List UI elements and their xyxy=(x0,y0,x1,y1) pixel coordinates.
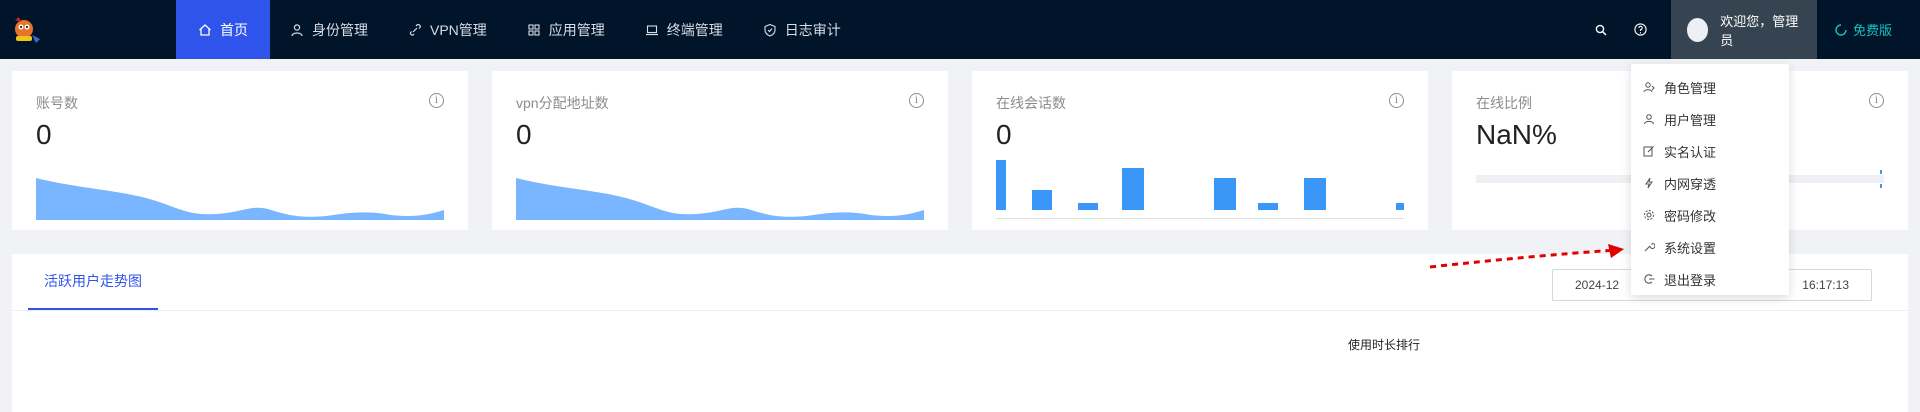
free-version-link[interactable]: 免费版 xyxy=(1817,0,1920,59)
card-title: 账号数 xyxy=(36,95,78,111)
gear-icon xyxy=(1644,210,1654,220)
shield-icon xyxy=(764,23,776,37)
card-value: 0 xyxy=(36,119,52,150)
search-icon xyxy=(1595,24,1607,36)
laptop-icon xyxy=(645,24,658,35)
menu-item-label: 角色管理 xyxy=(1664,80,1717,96)
menu-item-label: 退出登录 xyxy=(1664,272,1717,288)
spinner-icon xyxy=(1835,23,1847,36)
top-nav-bar: 首页 身份管理 VPN管理 应用管理 终端管理 日志审计 欢迎您，管理员 免费版 xyxy=(0,0,1920,59)
stat-card-online-sessions: 在线会话数 i 0 xyxy=(972,71,1428,230)
nav-item-apps[interactable]: 应用管理 xyxy=(507,0,625,59)
chart-caption: 使用时长排行 xyxy=(1348,338,1421,352)
user-icon xyxy=(1644,114,1654,125)
logout-icon xyxy=(1644,274,1655,284)
home-icon xyxy=(199,23,211,36)
card-value: 0 xyxy=(516,119,532,150)
annotation-arrow xyxy=(1429,244,1624,269)
info-icon[interactable]: i xyxy=(1869,93,1884,108)
logo-icon xyxy=(15,16,40,43)
nav-item-label: VPN管理 xyxy=(430,21,487,38)
stat-card-accounts: 账号数 i 0 xyxy=(12,71,468,230)
menu-item-label: 内网穿透 xyxy=(1664,176,1717,192)
card-title: 在线比例 xyxy=(1476,95,1532,111)
nav-item-vpn[interactable]: VPN管理 xyxy=(388,0,507,59)
nav-item-label: 应用管理 xyxy=(548,21,605,38)
nav-item-identity[interactable]: 身份管理 xyxy=(270,0,388,59)
area-sparkline xyxy=(36,178,444,220)
nav-item-home[interactable]: 首页 xyxy=(176,0,270,59)
wrench-icon xyxy=(1644,242,1655,252)
card-value: NaN% xyxy=(1476,119,1557,150)
menu-item-label: 实名认证 xyxy=(1664,144,1717,160)
user-menu-trigger[interactable]: 欢迎您，管理员 xyxy=(1670,0,1817,59)
menu-item-label: 用户管理 xyxy=(1664,112,1717,128)
search-button[interactable] xyxy=(1581,0,1621,59)
user-dropdown-menu: 角色管理 用户管理 实名认证 内网穿透 密码修改 系统设置 退出登录 xyxy=(1631,64,1789,295)
app-logo[interactable] xyxy=(0,0,176,59)
range-end: 16:17:13 xyxy=(1802,278,1849,292)
divider xyxy=(12,310,1908,311)
menu-item-role-management[interactable]: 角色管理 xyxy=(1631,71,1789,103)
help-icon xyxy=(1634,23,1648,36)
link-icon xyxy=(409,23,421,36)
avatar xyxy=(1686,17,1709,42)
nav-item-label: 首页 xyxy=(220,21,248,38)
help-button[interactable] xyxy=(1621,0,1661,59)
menu-item-user-management[interactable]: 用户管理 xyxy=(1631,103,1789,135)
tab-active-users-trend[interactable]: 活跃用户走势图 xyxy=(28,254,158,310)
info-icon[interactable]: i xyxy=(909,93,924,108)
top-right-actions: 欢迎您，管理员 免费版 xyxy=(1581,0,1920,59)
card-value: 0 xyxy=(996,119,1012,150)
area-sparkline xyxy=(516,178,924,220)
menu-item-system-settings[interactable]: 系统设置 xyxy=(1631,231,1789,263)
info-icon[interactable]: i xyxy=(1389,93,1404,108)
card-title: vpn分配地址数 xyxy=(516,95,609,111)
menu-item-label: 系统设置 xyxy=(1664,240,1717,256)
nav-item-audit[interactable]: 日志审计 xyxy=(743,0,861,59)
free-version-label: 免费版 xyxy=(1852,23,1892,38)
role-icon xyxy=(1643,82,1655,93)
nav-item-label: 日志审计 xyxy=(784,21,841,38)
edit-icon xyxy=(1643,146,1654,157)
menu-item-password-change[interactable]: 密码修改 xyxy=(1631,199,1789,231)
nav-item-label: 终端管理 xyxy=(666,21,723,38)
info-icon[interactable]: i xyxy=(429,93,444,108)
main-nav: 首页 身份管理 VPN管理 应用管理 终端管理 日志审计 xyxy=(176,0,861,59)
nav-item-label: 身份管理 xyxy=(312,21,368,38)
user-greeting: 欢迎您，管理员 xyxy=(1720,13,1799,48)
menu-item-logout[interactable]: 退出登录 xyxy=(1631,263,1789,295)
user-icon xyxy=(291,23,303,36)
stat-card-vpn-addresses: vpn分配地址数 i 0 xyxy=(492,71,948,230)
apps-icon xyxy=(528,23,540,36)
range-start: 2024-12 xyxy=(1575,278,1620,292)
bolt-icon xyxy=(1645,177,1653,189)
menu-item-label: 密码修改 xyxy=(1664,208,1717,224)
card-title: 在线会话数 xyxy=(996,95,1066,111)
bar-sparkline xyxy=(996,160,1404,219)
menu-item-real-name-auth[interactable]: 实名认证 xyxy=(1631,135,1789,167)
nav-item-terminal[interactable]: 终端管理 xyxy=(625,0,743,59)
menu-item-intranet-penetration[interactable]: 内网穿透 xyxy=(1631,167,1789,199)
